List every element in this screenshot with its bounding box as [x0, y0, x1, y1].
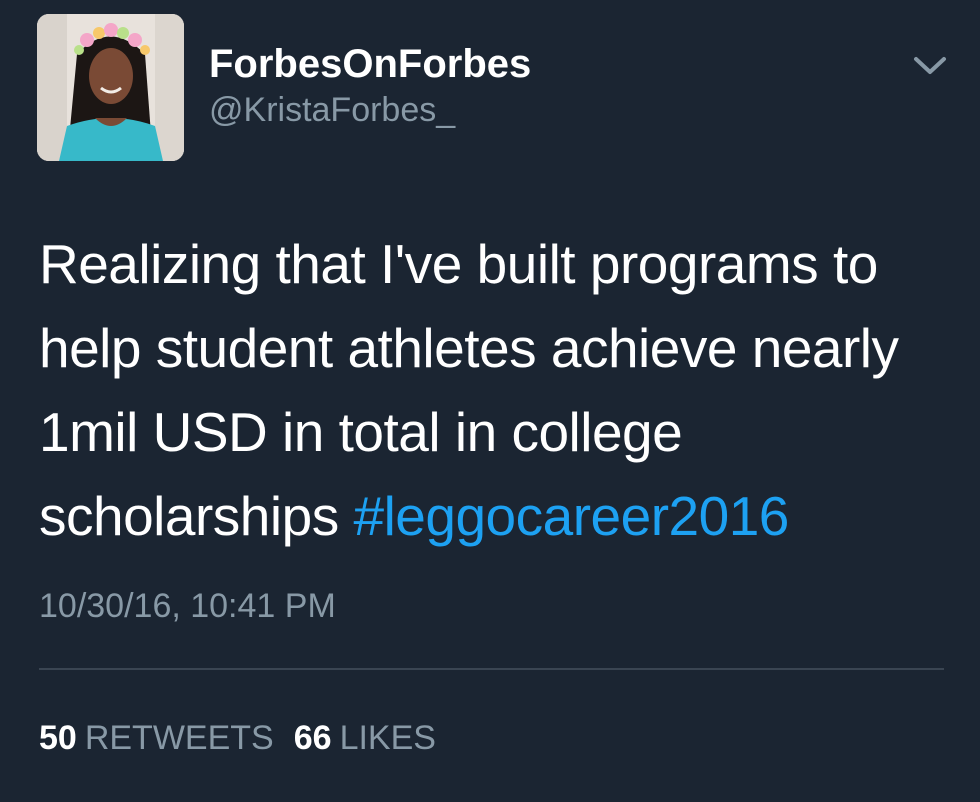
tweet-text: Realizing that I've built programs to he…: [39, 222, 959, 558]
hashtag-link[interactable]: #leggocareer2016: [353, 485, 789, 547]
chevron-down-icon[interactable]: [908, 50, 952, 80]
retweets-label[interactable]: RETWEETS: [85, 719, 274, 757]
timestamp[interactable]: 10/30/16, 10:41 PM: [39, 584, 336, 628]
chevron-down-icon-graphic: [914, 57, 946, 74]
retweets-count[interactable]: 50: [39, 719, 77, 757]
profile-photo-icon: [37, 14, 184, 161]
tweet-card: ForbesOnForbes @KristaForbes_ Realizing …: [0, 0, 980, 802]
user-handle[interactable]: @KristaForbes_: [209, 88, 455, 132]
divider: [39, 668, 944, 670]
display-name[interactable]: ForbesOnForbes: [209, 40, 531, 88]
avatar[interactable]: [37, 14, 184, 161]
likes-label[interactable]: LIKES: [340, 719, 436, 757]
likes-count[interactable]: 66: [294, 719, 332, 757]
tweet-stats: 50 RETWEETS 66 LIKES: [39, 716, 456, 760]
